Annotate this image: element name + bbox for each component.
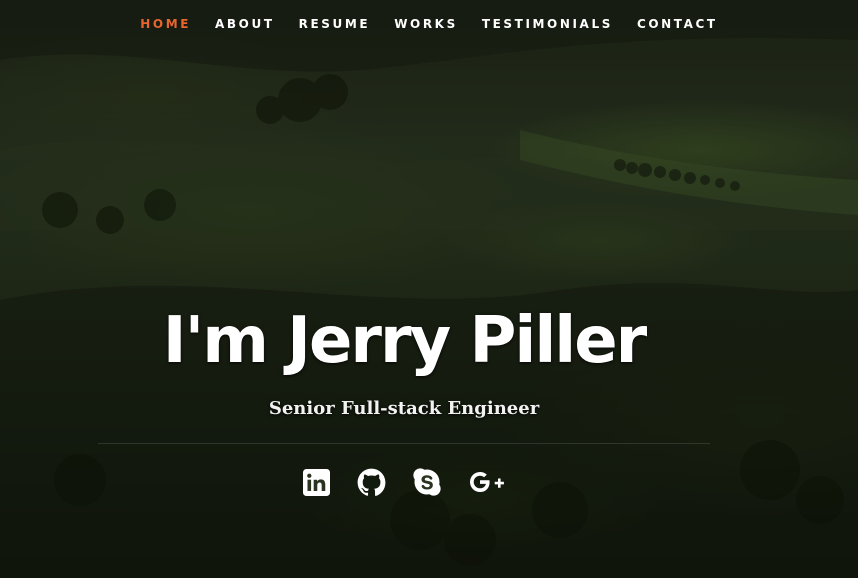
nav-item-home[interactable]: HOME [128,0,203,48]
hero-section: HOME ABOUT RESUME WORKS TESTIMONIALS CON… [0,0,858,578]
nav-item-resume[interactable]: RESUME [287,0,383,48]
github-link[interactable] [357,466,386,498]
divider [98,443,710,444]
nav-item-about[interactable]: ABOUT [203,0,287,48]
google-plus-icon [469,471,504,492]
page-subtitle: Senior Full-stack Engineer [268,398,540,419]
github-icon [357,468,385,496]
social-links [98,466,710,498]
banner: I'm Jerry Piller Senior Full-stack Engin… [98,296,710,498]
page-title: I'm Jerry Piller [162,304,647,378]
main-nav: HOME ABOUT RESUME WORKS TESTIMONIALS CON… [0,0,858,48]
nav-item-contact[interactable]: CONTACT [625,0,730,48]
nav-item-works[interactable]: WORKS [382,0,470,48]
skype-link[interactable] [412,466,441,498]
nav-item-testimonials[interactable]: TESTIMONIALS [470,0,625,48]
linkedin-icon [302,468,330,496]
linkedin-link[interactable] [302,466,330,498]
skype-icon [412,468,441,496]
google-plus-link[interactable] [468,466,506,498]
